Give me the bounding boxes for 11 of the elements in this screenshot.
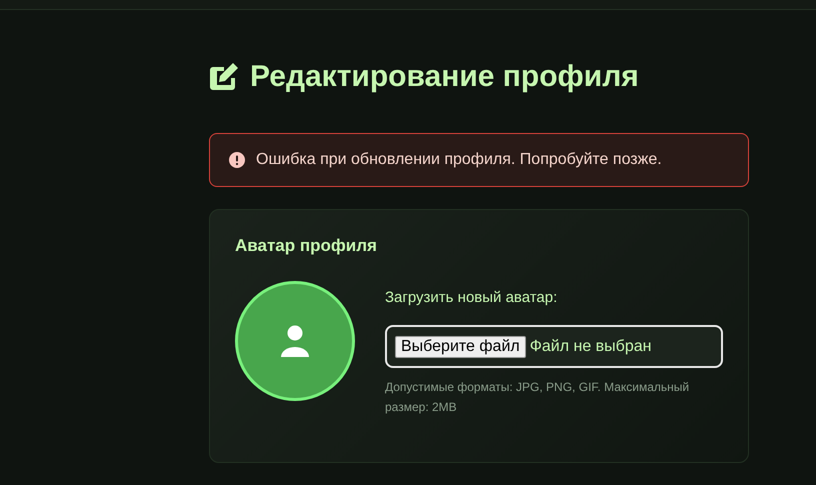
upload-hint: Допустимые форматы: JPG, PNG, GIF. Максимальный размер: 2MB (385, 379, 690, 416)
user-icon (280, 325, 310, 357)
page-title: Редактирование профиля (250, 60, 639, 94)
choose-file-button[interactable]: Выберите файл (395, 336, 526, 358)
section-title: Аватар профиля (235, 236, 378, 256)
alert-message: Ошибка при обновлении профиля. Попробуйте позже. (256, 151, 662, 169)
edit-icon (208, 61, 240, 93)
upload-label: Загрузить новый аватар: (385, 289, 558, 306)
file-input[interactable]: Выберите файл Файл не выбран (385, 325, 723, 368)
alert-icon (229, 152, 245, 168)
file-status: Файл не выбран (530, 338, 652, 356)
